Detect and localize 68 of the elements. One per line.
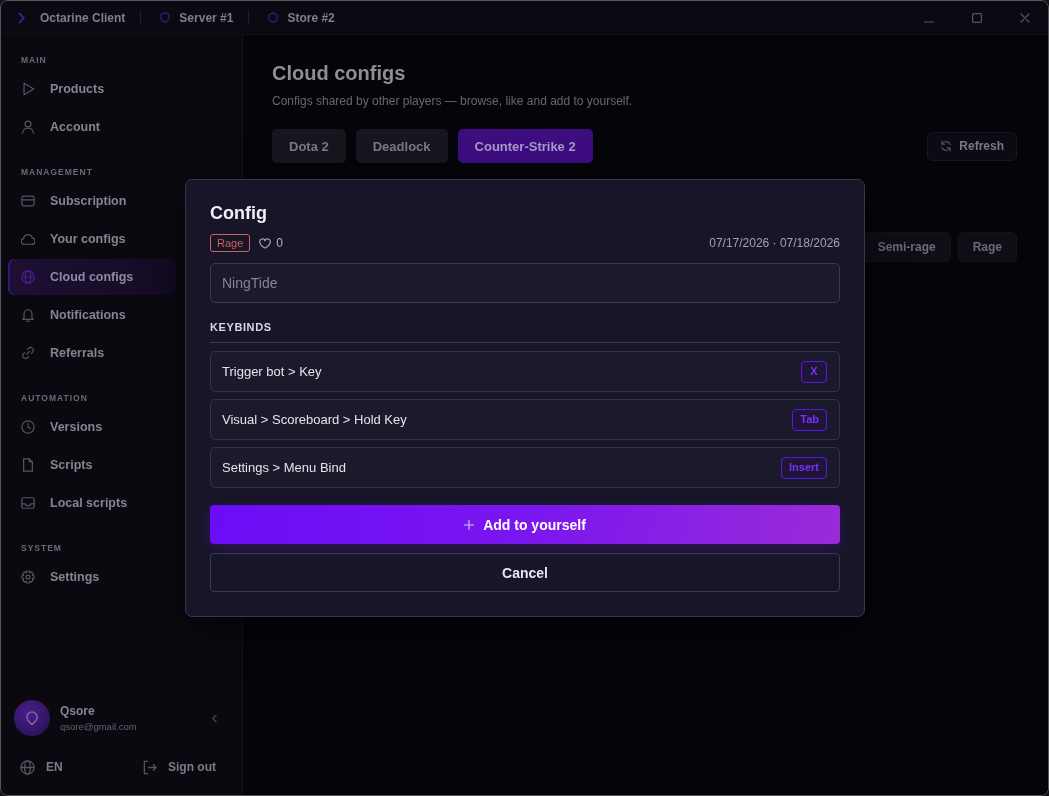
plus-icon [464, 519, 475, 530]
refresh-button[interactable]: Refresh [927, 131, 1017, 161]
page-title: Cloud configs [272, 61, 407, 85]
cloud-icon [21, 232, 35, 246]
section-label: MAIN [20, 54, 48, 67]
key-label[interactable]: Insert [781, 456, 827, 479]
play-icon [21, 82, 35, 96]
keybind-action: Trigger bot > Key [222, 364, 322, 379]
dialog-title: Config [210, 202, 268, 224]
section-label: SYSTEM [20, 542, 63, 555]
section-label: MANAGEMENT [20, 166, 94, 179]
game-tab[interactable]: Dota 2 [272, 129, 346, 163]
filter-button[interactable]: Rage [957, 232, 1017, 262]
hexagon-icon [268, 12, 279, 23]
chevron-left-icon[interactable] [212, 713, 217, 723]
person-icon [21, 120, 35, 134]
section-label: AUTOMATION [20, 392, 89, 405]
refresh-icon [940, 140, 953, 152]
filter-button[interactable]: Semi-rage [862, 232, 951, 262]
user-name: Qsore [60, 704, 96, 718]
cancel-button[interactable]: Cancel [210, 553, 840, 592]
link-icon [21, 346, 35, 360]
sign-out-button[interactable]: Sign out [142, 759, 216, 775]
add-button[interactable]: Add to yourself [210, 505, 840, 544]
date-range: 07/17/2026 · 07/18/2026 [709, 236, 840, 250]
page-subtitle: Configs shared by other players — browse, like and add to yourself. [272, 94, 634, 108]
nav-item[interactable]: Scripts [8, 447, 176, 483]
close-icon[interactable] [1020, 12, 1030, 23]
maximize-icon[interactable] [972, 12, 982, 23]
nav-item[interactable]: Cloud configs [8, 259, 176, 295]
user-email: qsore@gmail.com [60, 721, 137, 732]
language-button[interactable]: EN [20, 759, 63, 775]
chevron-logo-icon [18, 12, 25, 23]
category-tag: Rage [210, 234, 251, 252]
nav-item[interactable]: Local scripts [8, 485, 176, 521]
clock-icon [21, 420, 35, 434]
minimize-icon[interactable] [924, 20, 934, 23]
key-label[interactable]: X [801, 360, 827, 383]
sign-out-icon [142, 759, 157, 775]
nav-item[interactable]: Notifications [8, 297, 176, 333]
inbox-icon [21, 496, 35, 510]
nav-item[interactable]: Referrals [8, 335, 176, 371]
keybind-action: Visual > Scoreboard > Hold Key [222, 412, 407, 427]
avatar-icon [14, 700, 50, 736]
nav-item[interactable]: Subscription [8, 183, 176, 219]
name-field[interactable]: NingTide [210, 263, 840, 303]
key-label[interactable]: Tab [792, 408, 827, 431]
title-bar-tab[interactable]: Server #1 [160, 10, 234, 25]
section-heading: KEYBINDS [210, 320, 840, 343]
like-count: 0 [276, 236, 283, 250]
globe-icon [21, 270, 35, 284]
keybind-action: Settings > Menu Bind [222, 460, 346, 475]
app-name: Octarine Client [40, 10, 126, 25]
settings-icon [21, 570, 35, 584]
nav-item[interactable]: Your configs [8, 221, 176, 257]
globe-icon [20, 759, 35, 775]
nav-item[interactable]: Settings [8, 559, 176, 595]
nav-item[interactable]: Products [8, 71, 176, 107]
nav-item[interactable]: Versions [8, 409, 176, 445]
title-bar-tab[interactable]: Store #2 [268, 10, 335, 25]
nav-item[interactable]: Account [8, 109, 176, 145]
file-icon [21, 458, 35, 472]
game-tab[interactable]: Deadlock [355, 129, 448, 163]
card-icon [21, 194, 35, 208]
game-tab[interactable]: Counter-Strike 2 [457, 129, 593, 163]
shield-icon [160, 12, 171, 23]
heart-icon[interactable] [259, 237, 272, 249]
bell-icon [21, 308, 35, 322]
